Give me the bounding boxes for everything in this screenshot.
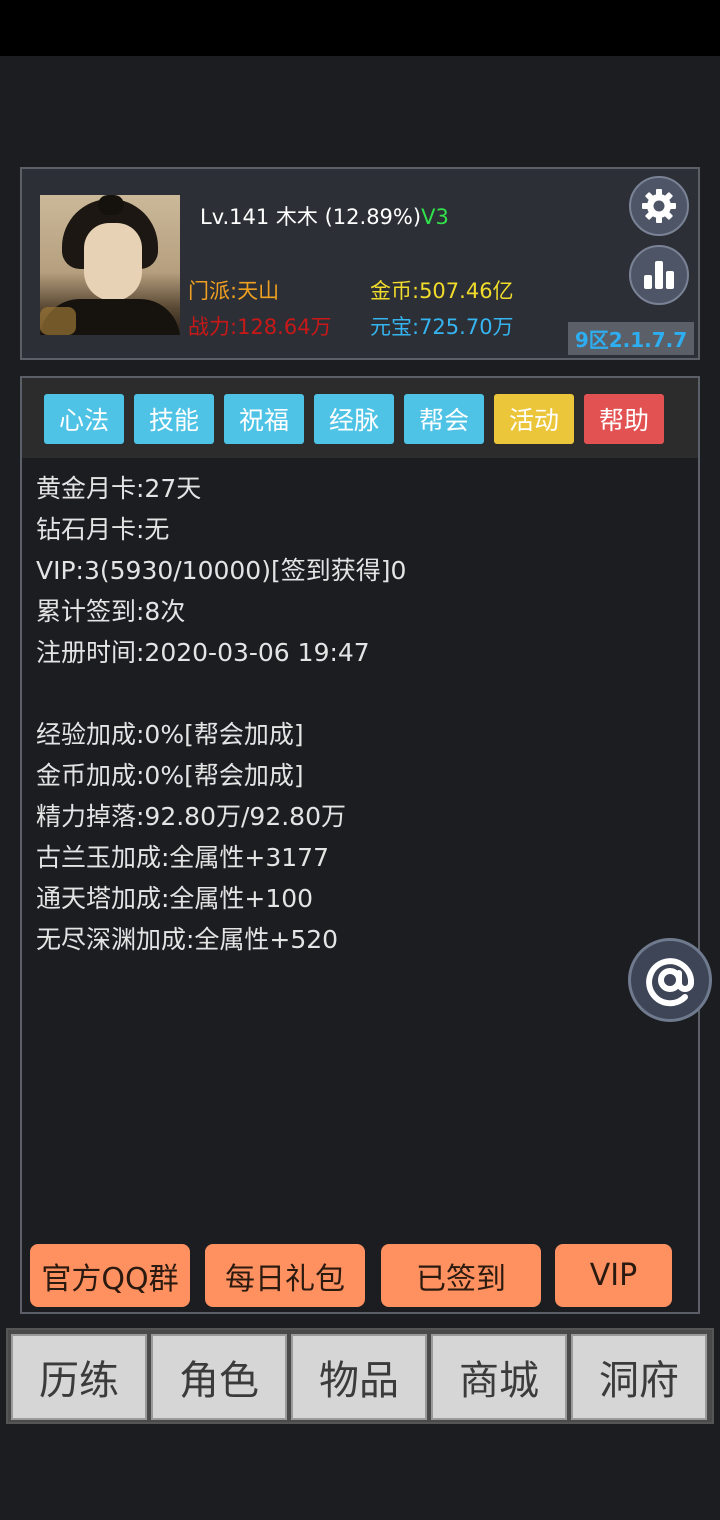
- gear-icon: [642, 189, 676, 223]
- nav-cave[interactable]: 洞府: [571, 1334, 707, 1420]
- server-version-badge: 9区2.1.7.7: [568, 322, 694, 355]
- tab-meridian[interactable]: 经脉: [314, 394, 394, 444]
- register-time-line: 注册时间:2020-03-06 19:47: [36, 638, 370, 667]
- ranking-button[interactable]: [629, 245, 689, 305]
- bottom-navigation: 历练 角色 物品 商城 洞府: [6, 1328, 714, 1424]
- official-qq-group-button[interactable]: 官方QQ群: [30, 1244, 190, 1307]
- nav-shop[interactable]: 商城: [431, 1334, 567, 1420]
- player-level-name: Lv.141 木木 (12.89%): [200, 205, 422, 229]
- vip-button[interactable]: VIP: [555, 1244, 672, 1307]
- settings-button[interactable]: [629, 176, 689, 236]
- status-bar: [0, 0, 720, 56]
- player-info-list: 黄金月卡:27天 钻石月卡:无 VIP:3(5930/10000)[签到获得]0…: [36, 468, 406, 960]
- main-panel: 心法 技能 祝福 经脉 帮会 活动 帮助 黄金月卡:27天 钻石月卡:无 VIP…: [20, 376, 700, 1314]
- signed-in-button[interactable]: 已签到: [381, 1244, 541, 1307]
- bar-chart-icon: [644, 261, 674, 289]
- floating-mail-button[interactable]: [628, 938, 712, 1022]
- tab-skills[interactable]: 技能: [134, 394, 214, 444]
- gulan-bonus-line: 古兰玉加成:全属性+3177: [36, 843, 329, 872]
- ingot-label: 元宝:725.70万: [370, 315, 514, 339]
- nav-character[interactable]: 角色: [151, 1334, 287, 1420]
- tower-bonus-line: 通天塔加成:全属性+100: [36, 884, 314, 913]
- function-tab-bar: 心法 技能 祝福 经脉 帮会 活动 帮助: [22, 378, 698, 458]
- vip-tag: V3: [421, 205, 449, 229]
- vip-line: VIP:3(5930/10000)[签到获得]0: [36, 556, 407, 585]
- tab-xinfa[interactable]: 心法: [44, 394, 124, 444]
- gold-bonus-line: 金币加成:0%[帮会加成]: [36, 761, 304, 790]
- player-header: Lv.141 木木 (12.89%)V3 门派:天山 战力:128.64万 金币…: [20, 167, 700, 360]
- power-label: 战力:128.64万: [188, 315, 332, 339]
- at-sign-icon: [646, 958, 694, 1007]
- gold-card-line: 黄金月卡:27天: [36, 474, 202, 503]
- checkin-line: 累计签到:8次: [36, 597, 186, 626]
- tab-help[interactable]: 帮助: [584, 394, 664, 444]
- abyss-bonus-line: 无尽深渊加成:全属性+520: [36, 925, 339, 954]
- sect-label: 门派:天山: [188, 279, 280, 303]
- player-avatar[interactable]: [40, 195, 180, 335]
- diamond-card-line: 钻石月卡:无: [36, 515, 170, 544]
- daily-gift-button[interactable]: 每日礼包: [205, 1244, 365, 1307]
- nav-items[interactable]: 物品: [291, 1334, 427, 1420]
- tab-events[interactable]: 活动: [494, 394, 574, 444]
- energy-drop-line: 精力掉落:92.80万/92.80万: [36, 802, 346, 831]
- tab-blessing[interactable]: 祝福: [224, 394, 304, 444]
- nav-training[interactable]: 历练: [11, 1334, 147, 1420]
- tab-guild[interactable]: 帮会: [404, 394, 484, 444]
- gold-label: 金币:507.46亿: [370, 279, 514, 303]
- player-title: Lv.141 木木 (12.89%)V3: [200, 201, 449, 231]
- exp-bonus-line: 经验加成:0%[帮会加成]: [36, 720, 304, 749]
